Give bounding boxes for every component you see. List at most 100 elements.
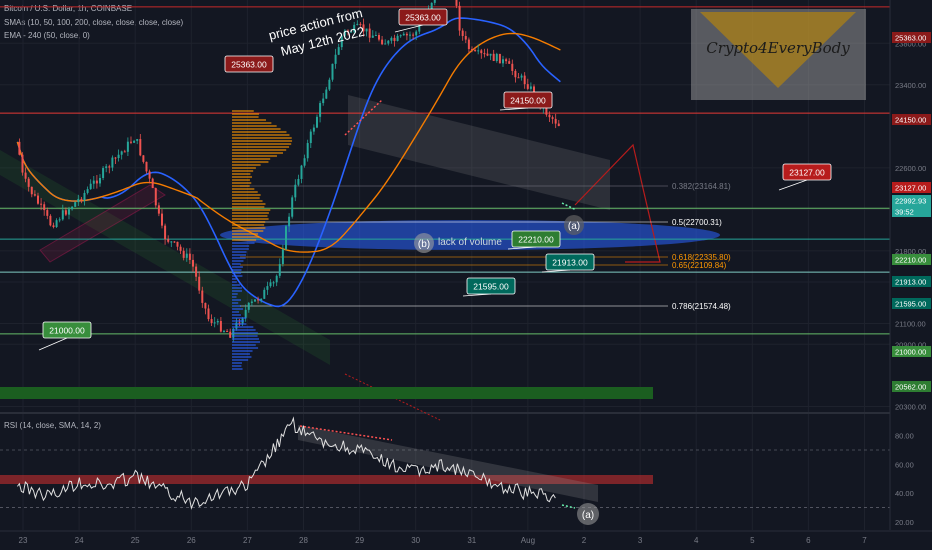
candle-body xyxy=(117,154,120,159)
volume-profile-bar xyxy=(232,269,242,271)
candle-body xyxy=(492,53,495,62)
candle-body xyxy=(86,189,89,193)
volume-profile-bar xyxy=(232,332,258,334)
candle-body xyxy=(408,34,411,36)
candle-body xyxy=(92,180,95,184)
logo-text: Crypto4EveryBody xyxy=(706,39,850,57)
fib-label: 0.5(22700.31) xyxy=(672,218,722,227)
volume-profile-bar xyxy=(232,218,269,220)
time-axis-tick: 29 xyxy=(355,536,364,545)
volume-profile-bar xyxy=(232,326,254,328)
time-axis-tick: 25 xyxy=(131,536,140,545)
price-axis-badge-text: 24150.00 xyxy=(895,116,926,125)
candle-body xyxy=(284,226,287,250)
candle-body xyxy=(377,35,380,40)
time-axis-tick: 31 xyxy=(467,536,476,545)
candle-body xyxy=(412,34,415,36)
volume-profile-bar xyxy=(232,278,237,280)
candle-body xyxy=(61,210,64,220)
price-axis-badge-text: 21000.00 xyxy=(895,348,926,357)
candle-body xyxy=(495,53,498,62)
fib-label: 0.786(21574.48) xyxy=(672,302,731,311)
candle-body xyxy=(281,249,284,265)
candle-body xyxy=(64,210,67,215)
price-axis-badge-text: 39:52 xyxy=(895,208,914,217)
volume-profile-bar xyxy=(232,272,242,274)
candle-body xyxy=(309,131,312,144)
price-axis-badge-text: 20562.00 xyxy=(895,383,926,392)
volume-profile-bar xyxy=(232,176,252,178)
volume-profile-bar xyxy=(232,200,263,202)
candle-body xyxy=(182,250,185,258)
candle-body xyxy=(334,54,337,64)
candle-body xyxy=(505,59,508,62)
candle-body xyxy=(102,168,105,178)
candle-body xyxy=(514,70,517,78)
candle-body xyxy=(185,253,188,258)
volume-profile-bar xyxy=(232,353,250,355)
rsi-axis-tick: 40.00 xyxy=(895,489,914,498)
candle-body xyxy=(260,298,263,301)
candle-body xyxy=(120,151,123,155)
candle-body xyxy=(328,79,331,90)
candle-body xyxy=(30,186,33,195)
volume-profile-bar xyxy=(232,320,245,322)
candle-body xyxy=(226,330,229,332)
candle-body xyxy=(498,53,501,64)
candle-body xyxy=(365,28,368,32)
candle-body xyxy=(52,225,55,228)
candle-body xyxy=(294,184,297,198)
volume-profile-bar xyxy=(232,128,281,130)
volume-profile-bar xyxy=(232,227,266,229)
candle-body xyxy=(210,319,213,323)
volume-profile-bar xyxy=(232,182,252,184)
volume-profile-bar xyxy=(232,134,290,136)
candle-body xyxy=(105,166,108,169)
volume-profile-bar xyxy=(232,287,242,289)
candle-body xyxy=(319,103,322,117)
volume-profile-bar xyxy=(232,197,260,199)
time-axis-tick: 7 xyxy=(862,536,867,545)
volume-profile-bar xyxy=(232,167,256,169)
price-tag-text: 25363.00 xyxy=(231,60,267,70)
volume-profile-bar xyxy=(232,281,237,283)
volume-profile-bar xyxy=(232,251,247,253)
price-tag-text: 21595.00 xyxy=(473,282,509,292)
candle-body xyxy=(129,141,132,143)
candle-body xyxy=(278,264,281,276)
volume-profile-bar xyxy=(232,113,260,115)
volume-profile-bar xyxy=(232,347,259,349)
candle-body xyxy=(191,259,194,267)
volume-profile-bar xyxy=(232,173,251,175)
volume-profile-bar xyxy=(232,152,283,154)
candle-body xyxy=(393,37,396,42)
candle-body xyxy=(288,216,291,227)
price-axis-badge-text: 21913.00 xyxy=(895,278,926,287)
candle-body xyxy=(474,49,477,51)
candle-body xyxy=(371,35,374,38)
candle-body xyxy=(24,172,27,179)
candle-body xyxy=(399,35,402,37)
candle-body xyxy=(77,198,80,203)
candle-body xyxy=(213,322,216,324)
candle-body xyxy=(275,275,278,283)
candle-body xyxy=(405,33,408,36)
candle-body xyxy=(219,320,222,332)
time-axis-tick: 24 xyxy=(75,536,84,545)
rsi-axis-tick: 80.00 xyxy=(895,432,914,441)
volume-profile-bar xyxy=(232,350,253,352)
candle-body xyxy=(312,127,315,132)
candle-body xyxy=(33,194,36,196)
price-chart[interactable]: 0.382(23164.81)0.5(22700.31)0.618(22335.… xyxy=(0,0,932,550)
candle-body xyxy=(430,2,433,10)
candle-body xyxy=(257,299,260,301)
volume-profile-bar xyxy=(232,338,260,340)
volume-profile-bar xyxy=(232,356,252,358)
candle-body xyxy=(58,219,61,221)
candle-body xyxy=(464,36,467,40)
volume-profile-bar xyxy=(232,263,241,265)
candle-body xyxy=(27,178,30,187)
candle-body xyxy=(291,197,294,217)
candle-body xyxy=(40,203,43,205)
volume-profile-bar xyxy=(232,254,247,256)
